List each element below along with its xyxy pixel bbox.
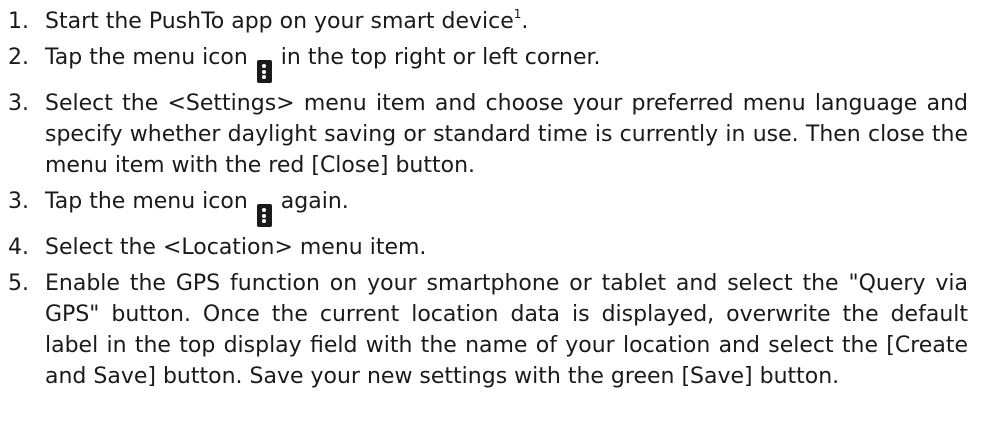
step-text: Tap the menu icon again.: [45, 186, 968, 227]
step-text-part: in the top right or left corner.: [273, 45, 601, 70]
list-item: 5. Enable the GPS function on your smart…: [8, 268, 968, 392]
list-item: 3. Tap the menu icon again.: [8, 186, 968, 227]
list-item: 2. Tap the menu icon in the top right or…: [8, 42, 968, 83]
step-text: Enable the GPS function on your smartpho…: [45, 271, 968, 389]
step-number: 5.: [8, 271, 29, 296]
step-text-part: Tap the menu icon: [45, 45, 255, 70]
instruction-document: 1. Start the PushTo app on your smart de…: [0, 0, 996, 423]
step-number: 2.: [8, 45, 29, 70]
menu-icon: [256, 204, 272, 227]
step-text: Start the PushTo app on your smart devic…: [45, 6, 968, 37]
menu-icon: [256, 60, 272, 83]
steps-list: 1. Start the PushTo app on your smart de…: [8, 6, 968, 392]
step-text-part: Tap the menu icon: [45, 189, 255, 214]
step-number: 4.: [8, 235, 29, 260]
step-text: Select the <Location> menu item.: [45, 235, 427, 260]
step-text-part: .: [521, 9, 529, 34]
step-text-part: again.: [273, 189, 349, 214]
list-item: 4. Select the <Location> menu item.: [8, 232, 968, 263]
step-number: 3.: [8, 189, 29, 214]
step-number: 1.: [8, 9, 29, 34]
list-item: 3. Select the <Settings> menu item and c…: [8, 88, 968, 181]
step-text: Tap the menu icon in the top right or le…: [45, 42, 968, 83]
step-text-part: Start the PushTo app on your smart devic…: [45, 9, 514, 34]
step-number: 3.: [8, 91, 29, 116]
list-item: 1. Start the PushTo app on your smart de…: [8, 6, 968, 37]
step-text: Select the <Settings> menu item and choo…: [45, 91, 968, 178]
